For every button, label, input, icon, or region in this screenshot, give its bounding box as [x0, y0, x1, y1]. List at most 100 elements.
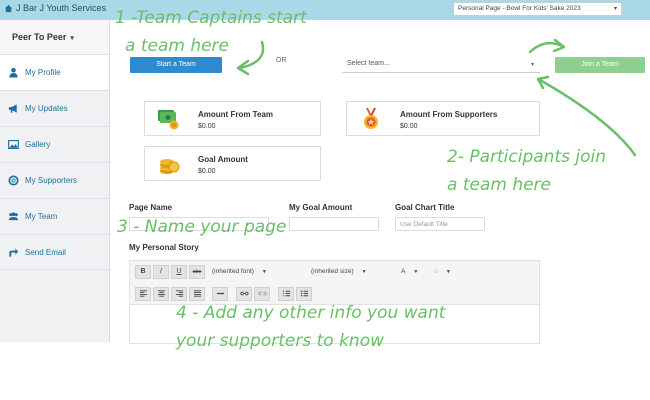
annotation-1-line-2: a team here [125, 36, 230, 56]
chevron-down-icon: ▼ [445, 269, 451, 275]
join-team-button[interactable]: Join a Team [555, 57, 645, 73]
chevron-down-icon: ▼ [261, 269, 267, 275]
medal-icon [364, 108, 378, 129]
align-center-icon [157, 290, 165, 297]
arrow-to-start-team [238, 40, 265, 70]
sidebar-item-label: My Profile [25, 68, 61, 77]
or-separator: OR [276, 57, 287, 64]
chevron-down-icon: ▾ [613, 6, 617, 12]
chevron-down-icon: ▼ [413, 269, 419, 275]
annotation-2-line-2: a team here [447, 175, 552, 195]
background-color-select[interactable]: ◌ ▼ [434, 265, 451, 279]
brand[interactable]: J Bar J Youth Services [4, 3, 106, 13]
stat-value: $0.00 [198, 168, 216, 175]
underline-button[interactable]: U [171, 265, 187, 279]
sidebar-header[interactable]: Peer To Peer ▾ [0, 20, 109, 54]
link-icon [239, 291, 249, 296]
align-left-button[interactable] [135, 287, 151, 301]
house-logo-icon [4, 4, 13, 12]
annotation-4-line-2: your supporters to know [176, 331, 385, 351]
image-icon [8, 140, 19, 149]
lifebuoy-icon [8, 175, 19, 186]
font-family-select[interactable]: (inherited font) ▼ [212, 265, 267, 279]
italic-button[interactable]: I [153, 265, 169, 279]
chevron-down-icon: ▾ [530, 62, 534, 68]
stat-value: $0.00 [400, 123, 418, 130]
sidebar-item-label: My Team [25, 212, 58, 221]
share-arrow-icon [9, 247, 19, 257]
stat-label: Amount From Supporters [400, 110, 498, 119]
goal-amount-label: My Goal Amount [289, 203, 353, 212]
coins-icon [160, 159, 180, 174]
stat-label: Amount From Team [198, 110, 273, 119]
money-icon [158, 110, 179, 130]
brand-name: J Bar J Youth Services [16, 3, 107, 13]
group-icon [8, 212, 19, 221]
align-right-icon [175, 290, 183, 297]
strikethrough-button[interactable]: abc [189, 265, 205, 279]
team-select[interactable]: Select team... ▾ [342, 57, 540, 73]
sidebar-item-my-updates[interactable]: My Updates [0, 90, 109, 126]
sidebar-item-my-supporters[interactable]: My Supporters [0, 162, 109, 198]
stat-value: $0.00 [198, 123, 216, 130]
chevron-down-icon: ▼ [361, 269, 367, 275]
ordered-list-button[interactable] [278, 287, 294, 301]
arrow-to-join-team-head [552, 38, 566, 53]
unordered-list-button[interactable] [296, 287, 312, 301]
annotation-3: 3 - Name your page [117, 217, 287, 237]
sidebar-item-label: My Supporters [25, 176, 78, 185]
goal-amount-card: Goal Amount $0.00 [144, 146, 321, 181]
editor-toolbar-row-2 [130, 283, 539, 305]
top-bar: J Bar J Youth Services Personal Page - B… [0, 0, 650, 20]
sidebar-item-my-team[interactable]: My Team [0, 198, 109, 234]
sidebar-item-label: Send Email [25, 247, 66, 257]
editor-toolbar-row-1: B I U abc (inherited font) ▼ (inherited s… [130, 261, 539, 283]
bold-button[interactable]: B [135, 265, 151, 279]
sidebar-item-gallery[interactable]: Gallery [0, 126, 109, 162]
horizontal-rule-icon [216, 292, 224, 295]
background-color-value: ◌ [434, 268, 438, 275]
stat-label: Goal Amount [198, 155, 248, 164]
font-size-value: (inherited size) [311, 268, 354, 275]
align-left-icon [139, 290, 147, 297]
link-button[interactable] [236, 287, 252, 301]
unlink-button[interactable] [254, 287, 270, 301]
unlink-icon [257, 291, 267, 296]
goal-chart-title-placeholder: Use Default Title [400, 221, 448, 228]
goal-chart-title-input[interactable]: Use Default Title [395, 217, 485, 231]
sidebar-item-label: My Updates [25, 104, 68, 113]
font-family-value: (inherited font) [212, 268, 254, 275]
sidebar-item-send-email[interactable]: Send Email [0, 234, 109, 270]
person-icon [9, 67, 18, 78]
sidebar-item-label: Gallery [25, 140, 51, 149]
font-size-select[interactable]: (inherited size) ▼ [311, 265, 367, 279]
arrow-to-start-team-head [236, 59, 250, 76]
annotation-1-line-1: 1 -Team Captains start [115, 8, 307, 28]
start-team-button[interactable]: Start a Team [130, 57, 222, 73]
page-name-label: Page Name [129, 203, 173, 212]
page-selector[interactable]: Personal Page - Bowl For Kids' Sake 2023… [453, 2, 622, 16]
align-right-button[interactable] [171, 287, 187, 301]
text-color-select[interactable]: A ▼ [401, 265, 418, 279]
align-center-button[interactable] [153, 287, 169, 301]
justify-icon [193, 290, 201, 297]
arrow-to-team-select [538, 78, 637, 157]
horizontal-rule-button[interactable] [212, 287, 228, 301]
amount-from-supporters-card: Amount From Supporters $0.00 [346, 101, 540, 136]
arrow-to-join-team [528, 41, 564, 54]
ordered-list-icon [282, 290, 290, 297]
arrow-to-team-select-head [536, 75, 550, 90]
sidebar-item-my-profile[interactable]: My Profile [0, 54, 109, 90]
personal-story-label: My Personal Story [129, 243, 199, 252]
goal-chart-title-label: Goal Chart Title [395, 203, 455, 212]
justify-button[interactable] [189, 287, 205, 301]
chevron-down-icon: ▾ [70, 35, 74, 42]
amount-from-team-card: Amount From Team $0.00 [144, 101, 321, 136]
text-color-value: A [401, 268, 406, 275]
goal-amount-input[interactable] [289, 217, 379, 231]
unordered-list-icon [300, 290, 308, 297]
annotation-2-line-1: 2- Participants join [447, 147, 607, 167]
sidebar-header-label: Peer To Peer [12, 32, 67, 42]
page-selector-value: Personal Page - Bowl For Kids' Sake 2023 [458, 5, 581, 12]
annotation-4-line-1: 4 - Add any other info you want [176, 303, 446, 323]
